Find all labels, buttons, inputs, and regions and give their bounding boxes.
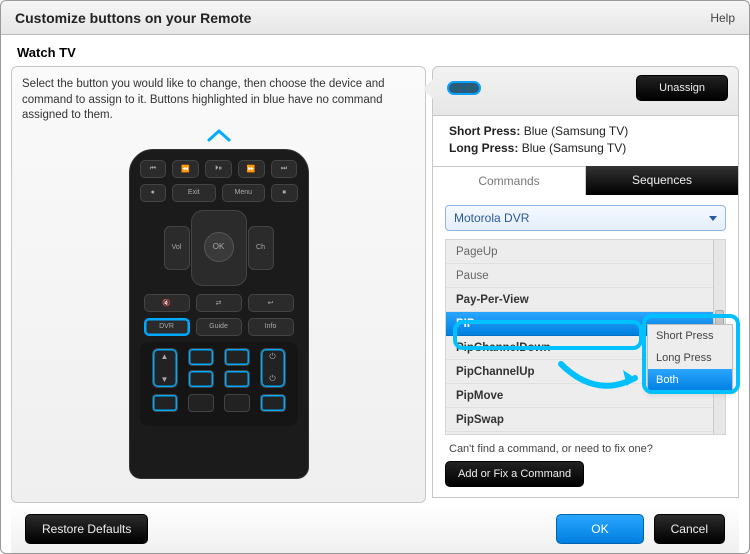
remote-preview-panel: Select the button you would like to chan…: [11, 66, 426, 503]
remote-button-ok[interactable]: OK: [204, 232, 234, 262]
titlebar: Customize buttons on your Remote Help: [1, 1, 749, 35]
command-item[interactable]: PipSwap: [446, 408, 725, 432]
ok-button[interactable]: OK: [556, 514, 643, 544]
remote-button[interactable]: [152, 394, 178, 412]
window: Customize buttons on your Remote Help Wa…: [0, 0, 750, 554]
remote-button[interactable]: ⏩: [238, 160, 265, 178]
long-press-label: Long Press:: [449, 141, 518, 155]
remote-body: ⏮ ⏪ ⏵⏸ ⏩ ⏭ ● Exit Menu ⏹: [129, 149, 309, 479]
footer: Restore Defaults OK Cancel: [11, 503, 739, 553]
tabs: Commands Sequences: [432, 166, 739, 195]
remote-button-dvr[interactable]: DVR: [144, 318, 190, 336]
remote-button[interactable]: [260, 394, 286, 412]
remote-button[interactable]: ●: [140, 184, 167, 202]
assignment-header: Unassign: [432, 66, 739, 116]
short-press-label: Short Press:: [449, 124, 520, 138]
panels: Select the button you would like to chan…: [11, 66, 739, 503]
window-title: Customize buttons on your Remote: [15, 10, 251, 26]
remote-button[interactable]: [188, 370, 214, 388]
remote-button[interactable]: ⏮: [140, 160, 167, 178]
assignment-panel: Unassign Short Press: Blue (Samsung TV) …: [432, 66, 739, 503]
scroll-up-icon[interactable]: [22, 128, 415, 147]
remote-button[interactable]: ⏭: [271, 160, 298, 178]
instructions-text: Select the button you would like to chan…: [22, 77, 415, 124]
remote-wrap: ⏮ ⏪ ⏵⏸ ⏩ ⏭ ● Exit Menu ⏹: [22, 149, 415, 489]
remote-button[interactable]: 🔇: [144, 294, 190, 312]
remote-button[interactable]: ⏹: [271, 184, 298, 202]
cancel-button[interactable]: Cancel: [654, 514, 725, 544]
command-item[interactable]: PageUp: [446, 240, 725, 264]
remote-button-exit[interactable]: Exit: [172, 184, 215, 202]
help-link[interactable]: Help: [710, 11, 735, 25]
remote-dpad: Vol OK Ch: [164, 208, 274, 288]
remote-button-ch[interactable]: Ch: [248, 226, 274, 270]
device-dropdown-value: Motorola DVR: [454, 211, 529, 225]
device-dropdown[interactable]: Motorola DVR: [445, 205, 726, 231]
remote-button[interactable]: [188, 394, 214, 412]
remote-button[interactable]: ⇄: [196, 294, 242, 312]
remote-button[interactable]: [224, 370, 250, 388]
content: Watch TV Select the button you would lik…: [1, 35, 749, 553]
remote-button-vol[interactable]: Vol: [164, 226, 190, 270]
press-type-both[interactable]: Both: [648, 369, 732, 391]
press-type-short[interactable]: Short Press: [648, 325, 732, 347]
remote-button[interactable]: [224, 394, 250, 412]
tab-sequences[interactable]: Sequences: [586, 166, 738, 195]
remote-lower-pad: ▲▼ ⏻⏻: [140, 342, 298, 426]
remote-button[interactable]: ⏻⏻: [260, 348, 286, 388]
remote-button-menu[interactable]: Menu: [222, 184, 265, 202]
press-info: Short Press: Blue (Samsung TV) Long Pres…: [432, 116, 739, 166]
remote-button[interactable]: ⏵⏸: [205, 160, 232, 178]
activity-heading: Watch TV: [17, 45, 739, 60]
remote-button[interactable]: [188, 348, 214, 366]
remote-button[interactable]: ↩: [248, 294, 294, 312]
remote-button[interactable]: [224, 348, 250, 366]
selected-button-icon: [447, 81, 481, 95]
restore-defaults-button[interactable]: Restore Defaults: [25, 514, 148, 544]
remote-button-guide[interactable]: Guide: [196, 318, 242, 336]
tab-commands[interactable]: Commands: [433, 166, 586, 195]
fix-command-hint: Can't find a command, or need to fix one…: [449, 443, 726, 455]
long-press-value: Blue (Samsung TV): [522, 141, 627, 155]
remote-button-info[interactable]: Info: [248, 318, 294, 336]
command-item[interactable]: Pay-Per-View: [446, 288, 725, 312]
unassign-button[interactable]: Unassign: [636, 75, 728, 101]
remote-button[interactable]: ⏪: [172, 160, 199, 178]
add-fix-command-button[interactable]: Add or Fix a Command: [445, 461, 584, 487]
short-press-value: Blue (Samsung TV): [524, 124, 629, 138]
press-type-menu: Short Press Long Press Both: [647, 324, 733, 392]
command-item[interactable]: Pause: [446, 264, 725, 288]
remote-button[interactable]: ▲▼: [152, 348, 178, 388]
press-type-long[interactable]: Long Press: [648, 347, 732, 369]
